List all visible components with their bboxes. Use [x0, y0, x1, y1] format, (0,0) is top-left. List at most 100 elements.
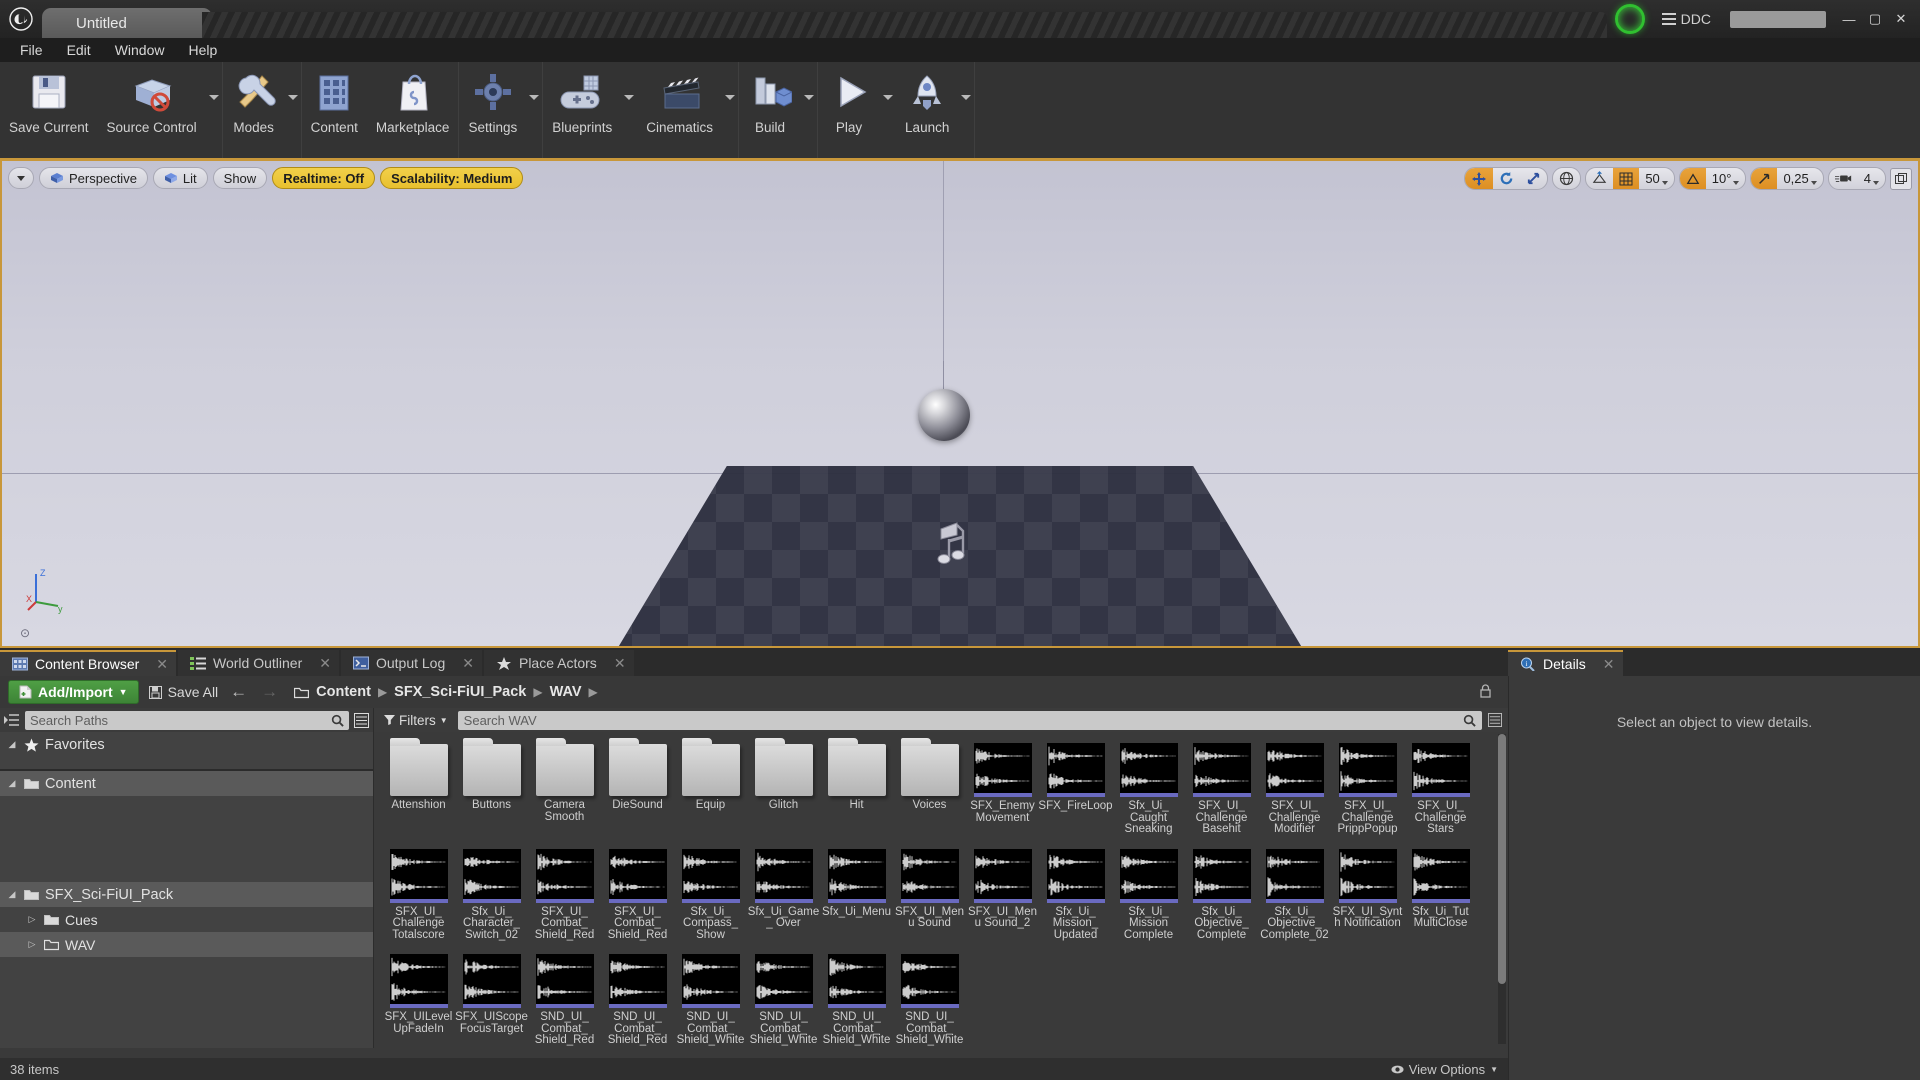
asset-sound-tile[interactable]: Sfx_Ui_ Compass_ Show	[674, 844, 747, 942]
tab-output-log[interactable]: Output Log ✕	[340, 650, 482, 676]
asset-sound-tile[interactable]: SND_UI_ Combat_ Shield_White	[820, 949, 893, 1047]
title-search-input[interactable]	[1730, 10, 1826, 28]
chevron-down-icon[interactable]	[722, 62, 738, 158]
tab-close-icon[interactable]: ✕	[319, 655, 331, 672]
grid-snap-value[interactable]: 50	[1639, 168, 1673, 189]
audio-note-actor-icon[interactable]	[927, 513, 987, 573]
tree-expander-icon[interactable]: ◢	[6, 739, 18, 750]
asset-sound-tile[interactable]: SFX_UILevel UpFadeIn	[382, 949, 455, 1047]
search-paths-input[interactable]: Search Paths	[25, 710, 349, 730]
asset-sound-tile[interactable]: Sfx_Ui_ Caught Sneaking	[1112, 738, 1185, 836]
asset-view-options-icon[interactable]	[1488, 713, 1502, 727]
asset-folder-tile[interactable]: Glitch	[747, 738, 820, 836]
asset-sound-tile[interactable]: SFX_UI_ Challenge Totalscore	[382, 844, 455, 942]
nav-back-button[interactable]: ←	[228, 682, 249, 702]
view-mode-button[interactable]: Lit	[152, 167, 208, 189]
lock-content-browser-icon[interactable]	[1479, 683, 1500, 701]
toolbar-item-cinematics[interactable]: Cinematics	[637, 62, 738, 158]
menu-item-edit[interactable]: Edit	[55, 40, 103, 60]
status-ring-icon[interactable]	[1607, 0, 1653, 38]
camera-speed-value[interactable]: 4	[1858, 168, 1885, 189]
toolbar-button-marketplace[interactable]: Marketplace	[367, 62, 459, 158]
toolbar-item-marketplace[interactable]: Marketplace	[367, 62, 459, 158]
breadcrumb-item-pack[interactable]: SFX_Sci-FiUI_Pack	[394, 684, 526, 700]
asset-sound-tile[interactable]: SND_UI_ Combat_ Shield_Red	[528, 949, 601, 1047]
asset-sound-tile[interactable]: Sfx_Ui_Game_ Over	[747, 844, 820, 942]
asset-sound-tile[interactable]: Sfx_Ui_ Objective_ Complete	[1185, 844, 1258, 942]
camera-perspective-button[interactable]: Perspective	[39, 167, 148, 189]
chevron-down-icon[interactable]	[621, 62, 637, 158]
toolbar-button-save-current[interactable]: Save Current	[0, 62, 98, 158]
toolbar-item-save-current[interactable]: Save Current	[0, 62, 98, 158]
asset-folder-tile[interactable]: Camera Smooth	[528, 738, 601, 836]
details-tab-close-icon[interactable]: ✕	[1603, 656, 1615, 673]
surface-snap-button[interactable]	[1586, 168, 1613, 189]
asset-sound-tile[interactable]: SFX_UI_ Challenge Modifier	[1258, 738, 1331, 836]
asset-sound-tile[interactable]: Sfx_Ui_ Mission_ Updated	[1039, 844, 1112, 942]
asset-sound-tile[interactable]: SND_UI_ Combat_ Shield_White	[674, 949, 747, 1047]
ddc-indicator[interactable]: DDC	[1653, 8, 1720, 30]
asset-sound-tile[interactable]: SFX_UI_ Combat_ Shield_Red	[601, 844, 674, 942]
grid-snap-toggle[interactable]	[1613, 168, 1640, 189]
show-menu-button[interactable]: Show	[212, 167, 268, 189]
scale-snap-toggle[interactable]	[1751, 168, 1778, 189]
asset-sound-tile[interactable]: SFX_UI_ Challenge Stars	[1404, 738, 1477, 836]
tab-close-icon[interactable]: ✕	[156, 656, 168, 673]
viewport-help-icon[interactable]: ⊙	[20, 626, 30, 640]
asset-folder-tile[interactable]: Equip	[674, 738, 747, 836]
tree-expander-icon[interactable]: ◢	[6, 889, 18, 900]
asset-sound-tile[interactable]: Sfx_Ui_ Mission Complete	[1112, 844, 1185, 942]
toolbar-button-launch[interactable]: Launch	[896, 62, 958, 158]
asset-folder-tile[interactable]: Voices	[893, 738, 966, 836]
toolbar-item-play[interactable]: Play	[818, 62, 896, 158]
toolbar-button-content[interactable]: Content	[302, 62, 367, 158]
viewport-options-button[interactable]	[8, 167, 34, 189]
toolbar-item-modes[interactable]: Modes	[223, 62, 301, 158]
tree-expander-icon[interactable]: ◢	[6, 778, 18, 789]
asset-sound-tile[interactable]: SND_UI_ Combat_ Shield_Red	[601, 949, 674, 1047]
scale-mode-button[interactable]	[1520, 168, 1547, 189]
asset-grid-scrollbar[interactable]	[1498, 734, 1506, 1044]
menu-item-window[interactable]: Window	[103, 40, 177, 60]
toolbar-item-source-control[interactable]: Source Control	[98, 62, 222, 158]
asset-grid-scroll-thumb[interactable]	[1498, 734, 1506, 984]
chevron-down-icon[interactable]	[958, 62, 974, 158]
rotation-snap-value[interactable]: 10°	[1706, 168, 1746, 189]
tree-item-favorites[interactable]: ◢ Favorites	[0, 732, 373, 757]
asset-sound-tile[interactable]: SFX_UI_Menu Sound	[893, 844, 966, 942]
scalability-button[interactable]: Scalability: Medium	[380, 167, 524, 189]
world-coords-button[interactable]	[1553, 168, 1580, 189]
tree-item-wav[interactable]: ▷ WAV	[0, 932, 373, 957]
toolbar-item-settings[interactable]: Settings	[459, 62, 542, 158]
asset-sound-tile[interactable]: SFX_UI_Synth Notification	[1331, 844, 1404, 942]
asset-sound-tile[interactable]: Sfx_Ui_Tut MultiClose	[1404, 844, 1477, 942]
tree-item-cues[interactable]: ▷ Cues	[0, 907, 373, 932]
tree-item-content[interactable]: ◢ Content	[0, 771, 373, 796]
toolbar-button-blueprints[interactable]: Blueprints	[543, 62, 621, 158]
toolbar-item-blueprints[interactable]: Blueprints	[543, 62, 637, 158]
toolbar-button-modes[interactable]: Modes	[223, 62, 285, 158]
asset-sound-tile[interactable]: SND_UI_ Combat_ Shield_White	[747, 949, 820, 1047]
toolbar-item-content[interactable]: Content	[302, 62, 367, 158]
filters-button[interactable]: Filters ▼	[380, 713, 452, 728]
toolbar-button-play[interactable]: Play	[818, 62, 880, 158]
asset-sound-tile[interactable]: Sfx_Ui_Menu	[820, 844, 893, 942]
rotate-mode-button[interactable]	[1493, 168, 1520, 189]
asset-search-input[interactable]: Search WAV	[457, 710, 1482, 730]
tab-world-outliner[interactable]: World Outliner ✕	[178, 650, 339, 676]
asset-folder-tile[interactable]: Hit	[820, 738, 893, 836]
breadcrumb-item-content[interactable]: Content	[316, 684, 371, 700]
toolbar-button-settings[interactable]: Settings	[459, 62, 526, 158]
collapse-tree-icon[interactable]	[4, 713, 20, 727]
asset-sound-tile[interactable]: SND_UI_ Combat_ Shield_White	[893, 949, 966, 1047]
chevron-down-icon[interactable]	[801, 62, 817, 158]
chevron-down-icon[interactable]	[285, 62, 301, 158]
asset-sound-tile[interactable]: SFX_UI_Menu Sound_2	[966, 844, 1039, 942]
maximize-button[interactable]: ▢	[1862, 9, 1888, 29]
add-import-button[interactable]: Add/Import ▼	[8, 680, 139, 704]
asset-sound-tile[interactable]: SFX_Enemy Movement	[966, 738, 1039, 836]
asset-sound-tile[interactable]: Sfx_Ui_ Objective_ Complete_02	[1258, 844, 1331, 942]
realtime-toggle-button[interactable]: Realtime: Off	[272, 167, 376, 189]
menu-item-help[interactable]: Help	[176, 40, 229, 60]
camera-speed-icon[interactable]	[1829, 168, 1858, 189]
